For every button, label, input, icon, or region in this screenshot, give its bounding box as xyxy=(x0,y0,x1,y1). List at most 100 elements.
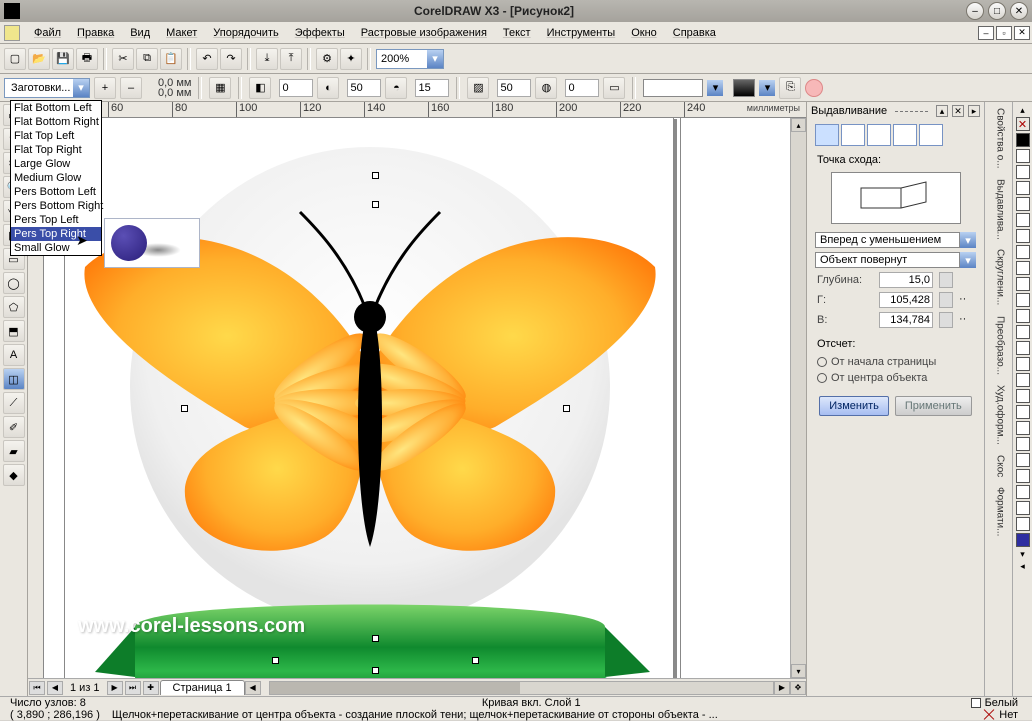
eyedropper-tool[interactable]: ⟋ xyxy=(3,392,25,414)
color-swatch[interactable] xyxy=(1016,213,1030,227)
color-swatch[interactable] xyxy=(1016,165,1030,179)
interactive-fill-tool[interactable]: ◆ xyxy=(3,464,25,486)
direction-icon[interactable]: ◧ xyxy=(249,77,271,99)
app-menu-icon[interactable] xyxy=(4,3,20,19)
minimize-button[interactable]: – xyxy=(966,2,984,20)
dropdown-icon[interactable]: ▾ xyxy=(960,252,976,268)
selection-handle[interactable] xyxy=(472,657,479,664)
selection-handle[interactable] xyxy=(563,405,570,412)
first-page-button[interactable]: ⏮ xyxy=(29,681,45,695)
scroll-down-button[interactable]: ▾ xyxy=(791,664,806,678)
new-button[interactable]: ▢ xyxy=(4,48,26,70)
apply-button[interactable]: Применить xyxy=(895,396,972,416)
extrude-color-icon[interactable] xyxy=(893,124,917,146)
fade-icon[interactable]: ◓ xyxy=(385,77,407,99)
menu-view[interactable]: Вид xyxy=(122,24,158,42)
color-swatch[interactable] xyxy=(1016,181,1030,195)
preset-option[interactable]: Pers Top Left xyxy=(11,213,101,227)
redo-button[interactable]: ↷ xyxy=(220,48,242,70)
docker-tab[interactable]: Преобразо... xyxy=(992,312,1006,379)
docker-tab[interactable]: Свойства о... xyxy=(992,104,1006,173)
color-swatch[interactable] xyxy=(1016,357,1030,371)
docker-close-button[interactable]: ✕ xyxy=(952,105,964,117)
maximize-button[interactable]: □ xyxy=(988,2,1006,20)
preset-dropdown-list[interactable]: Flat Bottom Left Flat Bottom Right Flat … xyxy=(10,100,102,256)
preset-dropdown-icon[interactable]: ▾ xyxy=(73,79,89,97)
shadow-color2-swatch[interactable] xyxy=(733,79,755,97)
menu-bitmaps[interactable]: Растровые изображения xyxy=(353,24,495,42)
shadow-color2-dropdown[interactable]: ▾ xyxy=(759,80,775,96)
clear-shadow-button[interactable] xyxy=(805,79,823,97)
docker-menu-button[interactable]: ▸ xyxy=(968,105,980,117)
v-input[interactable]: 134,784 xyxy=(879,312,933,328)
docker-tab[interactable]: Формати... xyxy=(992,483,1006,540)
selection-handle[interactable] xyxy=(181,405,188,412)
menu-arrange[interactable]: Упорядочить xyxy=(205,24,286,42)
color-swatch[interactable] xyxy=(1016,485,1030,499)
dropdown-icon[interactable]: ▾ xyxy=(960,232,976,248)
outline-tool[interactable]: ✐ xyxy=(3,416,25,438)
prev-page-button[interactable]: ◀ xyxy=(47,681,63,695)
app-launcher-button[interactable]: ⚙ xyxy=(316,48,338,70)
document-icon[interactable] xyxy=(4,25,20,41)
palette-expand-button[interactable]: ◂ xyxy=(1016,560,1030,572)
welcome-button[interactable]: ✦ xyxy=(340,48,362,70)
prop-input-5[interactable] xyxy=(565,79,599,97)
color-swatch[interactable] xyxy=(1016,405,1030,419)
selection-handle[interactable] xyxy=(372,667,379,674)
reference-option-1[interactable]: От начала страницы xyxy=(807,354,984,370)
export-button[interactable]: ⤒ xyxy=(280,48,302,70)
palette-down-button[interactable]: ▾ xyxy=(1016,548,1030,560)
color-swatch[interactable] xyxy=(1016,437,1030,451)
preset-option[interactable]: Flat Bottom Right xyxy=(11,115,101,129)
horizontal-ruler[interactable]: 40 60 80 100 120 140 160 180 200 220 240… xyxy=(28,102,806,118)
selection-center-icon[interactable]: ✕ xyxy=(369,402,379,416)
menu-text[interactable]: Текст xyxy=(495,24,539,42)
cut-button[interactable]: ✂ xyxy=(112,48,134,70)
last-page-button[interactable]: ⏭ xyxy=(125,681,141,695)
vp-mode-combo[interactable]: Объект повернут xyxy=(815,252,960,268)
docker-tab[interactable]: Выдавлива... xyxy=(992,175,1006,244)
import-button[interactable]: ⤓ xyxy=(256,48,278,70)
remove-preset-button[interactable]: – xyxy=(120,77,142,99)
shadow-type-icon[interactable]: ▦ xyxy=(209,77,231,99)
mdi-close-button[interactable]: ✕ xyxy=(1014,26,1030,40)
preset-option[interactable]: Pers Bottom Right xyxy=(11,199,101,213)
preset-combo[interactable]: Заготовки... ▾ xyxy=(4,78,90,98)
mdi-minimize-button[interactable]: – xyxy=(978,26,994,40)
palette-up-button[interactable]: ▴ xyxy=(1016,104,1030,116)
prop-input-1[interactable] xyxy=(279,79,313,97)
menu-window[interactable]: Окно xyxy=(623,24,665,42)
color-swatch[interactable] xyxy=(1016,389,1030,403)
basic-shapes-tool[interactable]: ⬒ xyxy=(3,320,25,342)
color-swatch[interactable] xyxy=(1016,469,1030,483)
menu-layout[interactable]: Макет xyxy=(158,24,205,42)
menu-help[interactable]: Справка xyxy=(665,24,724,42)
extrude-rotation-icon[interactable] xyxy=(841,124,865,146)
edge-icon[interactable]: ▭ xyxy=(603,77,625,99)
save-button[interactable]: 💾 xyxy=(52,48,74,70)
color-swatch[interactable] xyxy=(1016,261,1030,275)
docker-tab[interactable]: Скруглени... xyxy=(992,245,1006,309)
horizontal-scrollbar[interactable] xyxy=(269,681,774,695)
menu-effects[interactable]: Эффекты xyxy=(287,24,353,42)
preset-option[interactable]: Flat Top Right xyxy=(11,143,101,157)
zoom-dropdown-icon[interactable]: ▾ xyxy=(427,50,443,68)
drawing-canvas[interactable]: ✕ xyxy=(44,118,790,678)
copy-properties-button[interactable]: ⎘ xyxy=(779,77,801,99)
reference-option-2[interactable]: От центра объекта xyxy=(807,370,984,386)
polygon-tool[interactable]: ⬠ xyxy=(3,296,25,318)
color-swatch[interactable] xyxy=(1016,245,1030,259)
color-swatch[interactable] xyxy=(1016,133,1030,147)
zoom-input[interactable] xyxy=(377,50,427,68)
docker-tab[interactable]: Скос xyxy=(992,451,1006,481)
v-spinner[interactable] xyxy=(939,312,953,328)
menu-file[interactable]: Файл xyxy=(26,24,69,42)
prop-input-3[interactable] xyxy=(415,79,449,97)
undo-button[interactable]: ↶ xyxy=(196,48,218,70)
zoom-combo[interactable]: ▾ xyxy=(376,49,444,69)
color-swatch[interactable] xyxy=(1016,197,1030,211)
interactive-tool[interactable]: ◫ xyxy=(3,368,25,390)
color-swatch[interactable] xyxy=(1016,517,1030,531)
h-input[interactable]: 105,428 xyxy=(879,292,933,308)
